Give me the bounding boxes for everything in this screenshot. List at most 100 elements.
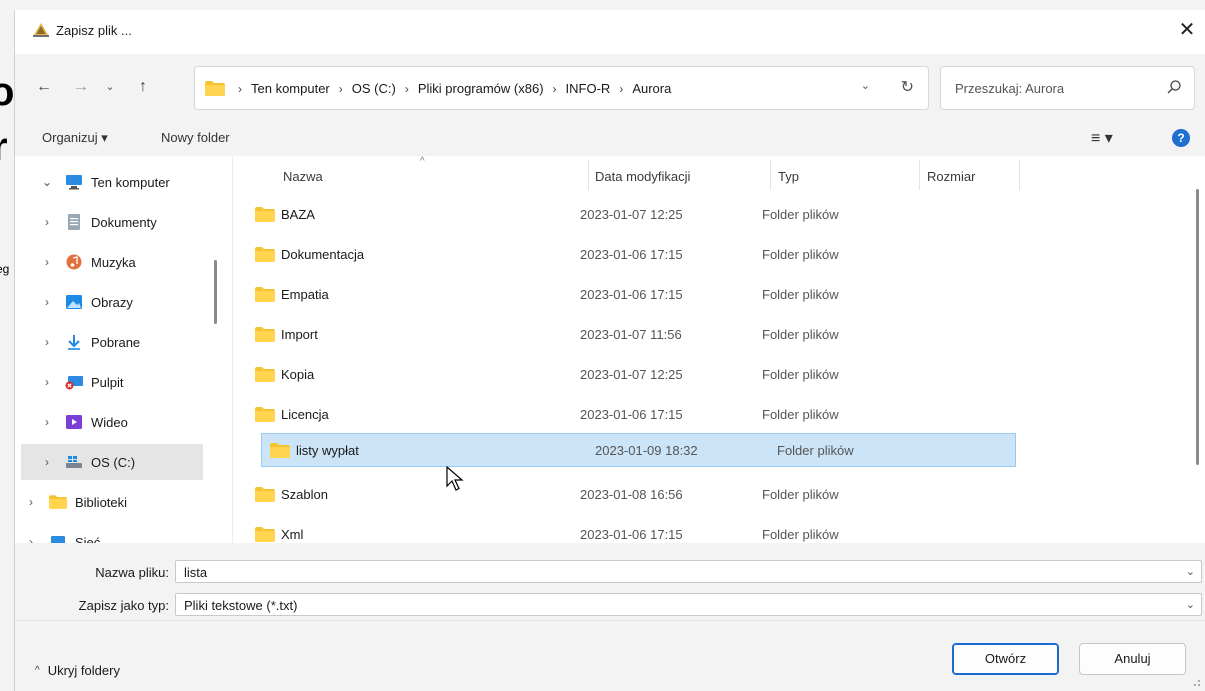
file-list-scrollbar[interactable]	[1196, 189, 1199, 465]
table-row[interactable]: Empatia 2023-01-06 17:15 Folder plików	[247, 278, 1002, 312]
help-icon[interactable]: ?	[1172, 129, 1190, 147]
column-divider[interactable]	[1019, 160, 1020, 190]
file-date: 2023-01-06 17:15	[580, 287, 683, 302]
open-button[interactable]: Otwórz	[952, 643, 1059, 675]
forward-button[interactable]: →	[70, 76, 92, 98]
chevron-right-icon[interactable]: ›	[37, 215, 57, 229]
column-divider[interactable]	[919, 160, 920, 190]
column-divider[interactable]	[770, 160, 771, 190]
filetype-select[interactable]: Pliki tekstowe (*.txt) ⌄	[175, 593, 1202, 616]
table-row[interactable]: BAZA 2023-01-07 12:25 Folder plików	[247, 198, 1002, 232]
new-folder-button[interactable]: Nowy folder	[161, 130, 230, 145]
breadcrumb-separator-icon[interactable]: ›	[339, 82, 343, 96]
file-name: Dokumentacja	[281, 247, 365, 262]
chevron-right-icon[interactable]: ›	[37, 415, 57, 429]
breadcrumb-item[interactable]: Ten komputer	[251, 81, 330, 96]
chevron-right-icon[interactable]: ›	[21, 535, 41, 543]
folder-icon	[255, 367, 275, 382]
folder-icon	[205, 81, 225, 96]
search-icon[interactable]	[1166, 79, 1182, 95]
breadcrumb-separator-icon[interactable]: ›	[553, 82, 557, 96]
arrow-left-icon: ←	[36, 78, 52, 95]
chevron-right-icon[interactable]: ›	[37, 295, 57, 309]
nav-item-libraries[interactable]: › Biblioteki	[15, 484, 187, 520]
table-row-selected[interactable]: listy wypłat 2023-01-09 18:32 Folder pli…	[261, 433, 1016, 467]
chevron-down-icon[interactable]: ⌄	[1186, 598, 1195, 611]
table-row[interactable]: Dokumentacja 2023-01-06 17:15 Folder pli…	[247, 238, 1002, 272]
view-options-icon[interactable]: ≡ ▾	[1091, 128, 1113, 148]
nav-item-os-c[interactable]: › OS (C:)	[21, 444, 203, 480]
file-type: Folder plików	[777, 443, 854, 458]
nav-item-network[interactable]: › Sieć	[15, 524, 187, 543]
back-button[interactable]: ←	[33, 76, 55, 98]
computer-icon	[66, 175, 82, 190]
desktop-icon	[65, 376, 83, 390]
file-type: Folder plików	[762, 487, 839, 502]
recent-locations-button[interactable]: ⌄	[99, 76, 121, 98]
filename-field[interactable]: lista ⌄	[175, 560, 1202, 583]
column-header-size[interactable]: Rozmiar	[927, 160, 975, 194]
mouse-cursor-icon	[446, 466, 464, 491]
nav-item-label: Sieć	[75, 534, 101, 544]
table-row[interactable]: Licencja 2023-01-06 17:15 Folder plików	[247, 398, 1002, 432]
refresh-icon[interactable]: ↻	[901, 77, 914, 97]
chevron-right-icon[interactable]: ›	[37, 455, 57, 469]
address-bar[interactable]: › Ten komputer › OS (C:) › Pliki program…	[194, 66, 929, 110]
chevron-right-icon[interactable]: ›	[37, 375, 57, 389]
hide-folders-button[interactable]: ^ Ukryj foldery	[35, 663, 120, 678]
nav-scrollbar[interactable]	[214, 260, 217, 324]
file-name: Licencja	[281, 407, 329, 422]
table-row[interactable]: Szablon 2023-01-08 16:56 Folder plików	[247, 478, 1002, 512]
breadcrumb-item[interactable]: INFO-R	[566, 81, 611, 96]
chevron-right-icon[interactable]: ›	[37, 335, 57, 349]
breadcrumb-item[interactable]: Aurora	[632, 81, 671, 96]
chevron-down-icon[interactable]: ⌄	[37, 175, 57, 189]
search-input[interactable]: Przeszukaj: Aurora	[940, 66, 1195, 110]
nav-item-downloads[interactable]: › Pobrane	[21, 324, 203, 360]
background-text-fragment: o	[0, 70, 15, 114]
file-type: Folder plików	[762, 287, 839, 302]
file-name: Szablon	[281, 487, 328, 502]
network-icon	[51, 536, 65, 543]
table-row[interactable]: Import 2023-01-07 11:56 Folder plików	[247, 318, 1002, 352]
pictures-icon	[66, 295, 82, 309]
nav-item-label: Muzyka	[91, 254, 136, 270]
breadcrumb-separator-icon[interactable]: ›	[619, 82, 623, 96]
file-name-cell: Szablon	[255, 487, 328, 502]
column-header-date[interactable]: Data modyfikacji	[595, 160, 690, 194]
column-header-name[interactable]: Nazwa	[283, 160, 323, 194]
dialog-footer: ^ Ukryj foldery Otwórz Anuluj	[15, 620, 1205, 691]
breadcrumb-item[interactable]: Pliki programów (x86)	[418, 81, 544, 96]
table-row[interactable]: Kopia 2023-01-07 12:25 Folder plików	[247, 358, 1002, 392]
table-row[interactable]: Xml 2023-01-06 17:15 Folder plików	[247, 518, 1002, 552]
resize-grip-icon[interactable]	[1191, 677, 1201, 687]
breadcrumb-separator-icon[interactable]: ›	[405, 82, 409, 96]
up-button[interactable]: ↑	[132, 76, 154, 98]
organize-menu[interactable]: Organizuj ▾	[42, 130, 108, 146]
column-divider[interactable]	[588, 160, 589, 190]
filetype-value: Pliki tekstowe (*.txt)	[184, 598, 298, 613]
column-header-type[interactable]: Typ	[778, 160, 799, 194]
nav-item-music[interactable]: › Muzyka	[21, 244, 203, 280]
nav-item-documents[interactable]: › Dokumenty	[21, 204, 203, 240]
hide-folders-label: Ukryj foldery	[47, 663, 120, 678]
nav-item-label: Biblioteki	[75, 494, 128, 510]
file-name-cell: Licencja	[255, 407, 329, 422]
chevron-right-icon[interactable]: ›	[37, 255, 57, 269]
cancel-button[interactable]: Anuluj	[1079, 643, 1186, 675]
breadcrumb-item[interactable]: OS (C:)	[352, 81, 396, 96]
chevron-right-icon[interactable]: ›	[21, 495, 41, 509]
chevron-down-icon[interactable]: ⌄	[1186, 565, 1195, 578]
folder-icon	[255, 327, 275, 342]
nav-item-label: Dokumenty	[91, 214, 157, 230]
nav-item-desktop[interactable]: › Pulpit	[21, 364, 203, 400]
chevron-down-icon[interactable]: ⌄	[861, 79, 870, 92]
nav-item-videos[interactable]: › Wideo	[21, 404, 203, 440]
close-button[interactable]: ✕	[1173, 16, 1201, 44]
search-placeholder: Przeszukaj: Aurora	[955, 81, 1065, 96]
command-toolbar: Organizuj ▾ Nowy folder ≡ ▾ ?	[15, 122, 1205, 156]
nav-item-this-pc[interactable]: ⌄ Ten komputer	[21, 164, 203, 200]
filename-value: lista	[184, 565, 208, 580]
file-date: 2023-01-08 16:56	[580, 487, 683, 502]
nav-item-pictures[interactable]: › Obrazy	[21, 284, 203, 320]
